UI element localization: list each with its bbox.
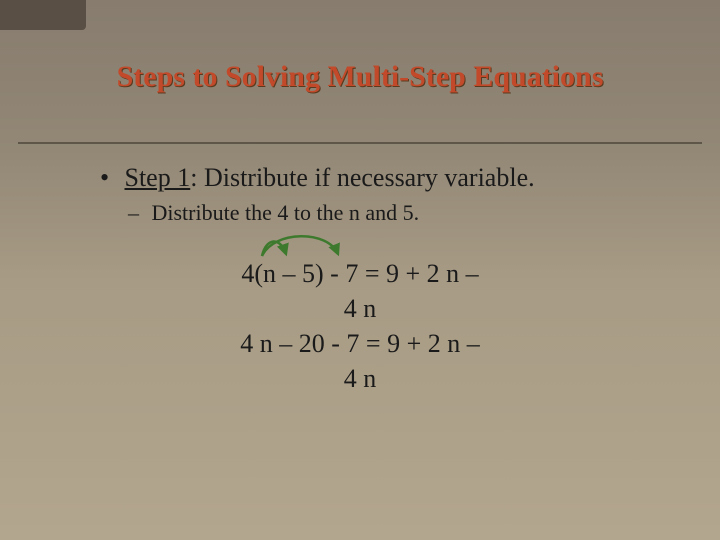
slide: Steps to Solving Multi-Step Equations • … <box>0 0 720 540</box>
equation-block: 4(n – 5) - 7 = 9 + 2 n – 4 n 4 n – 20 - … <box>0 256 720 396</box>
equation-line-1: 4(n – 5) - 7 = 9 + 2 n – <box>0 256 720 291</box>
sub-dash: – <box>128 200 146 226</box>
equation-line-4: 4 n <box>0 361 720 396</box>
step-after-text: : Distribute if necessary variable. <box>190 163 534 192</box>
equation-line-2: 4 n <box>0 291 720 326</box>
sub-bullet-line: – Distribute the 4 to the n and 5. <box>128 200 660 226</box>
corner-tab <box>0 0 86 30</box>
arrow-long-icon <box>262 236 338 256</box>
horizontal-rule <box>18 142 702 144</box>
bullet-dot: • <box>100 162 118 193</box>
step-label-underline: Step 1 <box>125 163 191 192</box>
sub-text: Distribute the 4 to the n and 5. <box>152 200 420 225</box>
equation-line-3: 4 n – 20 - 7 = 9 + 2 n – <box>0 326 720 361</box>
slide-title: Steps to Solving Multi-Step Equations <box>0 60 720 94</box>
bullet-line: • Step 1: Distribute if necessary variab… <box>100 162 660 193</box>
arrow-short-icon <box>262 241 286 256</box>
